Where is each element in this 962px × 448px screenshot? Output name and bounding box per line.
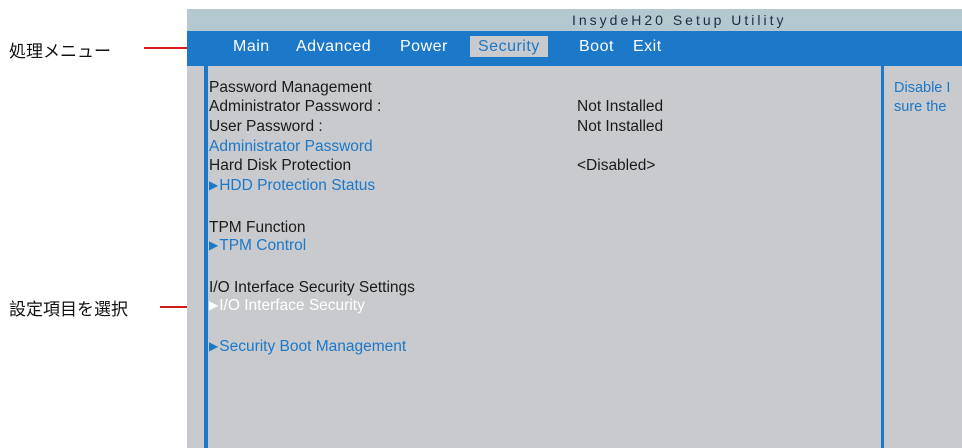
triangle-right-icon: ▶	[209, 298, 219, 312]
menu-bar: Main Advanced Power Security Boot Exit	[187, 31, 962, 66]
tpm-control-submenu[interactable]: ▶TPM Control	[209, 237, 306, 255]
hdd-status-label: HDD Protection Status	[219, 177, 376, 194]
admin-password-option[interactable]: Administrator Password	[209, 138, 373, 156]
triangle-right-icon: ▶	[209, 238, 219, 252]
triangle-right-icon: ▶	[209, 339, 219, 353]
secure-boot-submenu[interactable]: ▶Security Boot Management	[209, 338, 406, 356]
admin-password-status: Not Installed	[577, 98, 664, 115]
hdd-protection-value[interactable]: <Disabled>	[577, 157, 655, 175]
menu-security[interactable]: Security	[470, 36, 548, 57]
user-password-status: Not Installed	[577, 118, 664, 135]
bios-screen: InsydeH20 Setup Utility Main Advanced Po…	[187, 9, 962, 448]
triangle-right-icon: ▶	[209, 178, 219, 192]
admin-password-label: Administrator Password :	[209, 98, 382, 115]
app-title: InsydeH20 Setup Utility	[572, 12, 787, 28]
tpm-control-label: TPM Control	[219, 237, 307, 254]
menu-boot[interactable]: Boot	[579, 36, 614, 57]
io-security-label: I/O Interface Security	[219, 297, 365, 314]
select-callout-label: 設定項目を選択	[9, 300, 128, 320]
tpm-function-heading: TPM Function	[209, 219, 306, 236]
user-password-label: User Password :	[209, 118, 323, 135]
hdd-status-submenu[interactable]: ▶HDD Protection Status	[209, 177, 375, 195]
help-text-line-2: sure the	[894, 99, 947, 115]
title-bar: InsydeH20 Setup Utility	[187, 9, 962, 31]
menu-exit[interactable]: Exit	[633, 36, 662, 57]
io-settings-heading: I/O Interface Security Settings	[209, 279, 415, 296]
secure-boot-label: Security Boot Management	[219, 338, 407, 355]
help-text-line-1: Disable I	[894, 80, 951, 96]
hdd-protection-label: Hard Disk Protection	[209, 157, 352, 174]
menu-callout-label: 処理メニュー	[9, 42, 111, 62]
menu-power[interactable]: Power	[400, 36, 448, 57]
password-management-heading: Password Management	[209, 79, 372, 96]
io-security-submenu[interactable]: ▶I/O Interface Security	[209, 297, 365, 315]
panel-left-border	[204, 66, 208, 448]
menu-main[interactable]: Main	[233, 36, 270, 57]
panel-divider	[881, 66, 884, 448]
menu-advanced[interactable]: Advanced	[296, 36, 371, 57]
